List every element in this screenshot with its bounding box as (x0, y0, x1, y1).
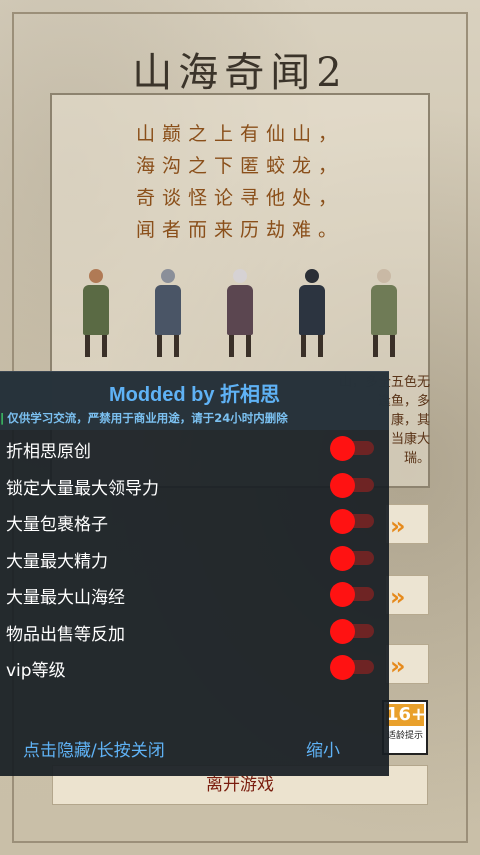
poem-line: 海沟之下匿蛟龙， (135, 155, 344, 177)
poem: 山巅之上有仙山， 海沟之下匿蛟龙， 奇谈怪论寻他处， 闻者而来历劫难。 (0, 118, 480, 246)
mod-menu-footer: 点击隐藏/长按关闭 缩小 (0, 706, 389, 776)
mod-menu-notice: | 仅供学习交流，严禁用于商业用途，请于24小时内删除 (0, 410, 389, 426)
hero-figure (71, 269, 121, 357)
menu-arrow-button[interactable]: » (385, 504, 429, 544)
notice-marker-icon: | (0, 411, 5, 425)
game-title: 山海奇闻2 (132, 50, 348, 96)
mod-option-toggle[interactable] (330, 545, 376, 571)
mod-option-toggle[interactable] (330, 582, 376, 607)
toggle-knob (330, 436, 355, 461)
mod-option-row: 大量包裹格子 (0, 503, 389, 540)
hide-close-button[interactable]: 点击隐藏/长按关闭 (23, 736, 165, 761)
mod-option-row: 大量最大精力 (0, 540, 389, 577)
mod-option-label: 折相思原创 (6, 442, 91, 462)
toggle-knob (330, 509, 355, 534)
menu-arrow-button[interactable]: » (385, 575, 429, 615)
menu-arrow-button[interactable]: » (385, 644, 429, 684)
poem-line: 奇谈怪论寻他处， (135, 187, 344, 209)
mod-option-toggle[interactable] (330, 472, 376, 498)
toggle-knob (330, 655, 355, 680)
mod-option-row: 锁定大量最大领导力 (0, 467, 389, 504)
mod-menu-title: Modded by 折相思 (108, 384, 281, 406)
double-chevron-right-icon: » (390, 512, 405, 540)
age-rating-caption: 适龄提示 (386, 731, 423, 741)
age-rating: 16+ (386, 704, 427, 726)
mod-option-label: 大量最大精力 (6, 551, 108, 572)
mod-option-label: 物品出售等反加 (6, 624, 125, 645)
mod-option-row: 折相思原创 (0, 430, 389, 467)
mod-option-row: vip等级 (0, 649, 389, 686)
mod-option-toggle[interactable] (330, 618, 376, 644)
toggle-knob (330, 472, 355, 498)
mod-option-toggle[interactable] (330, 436, 376, 461)
mod-option-row: 大量最大山海经 (0, 576, 389, 613)
hero-figure (359, 269, 409, 357)
mod-option-toggle[interactable] (330, 655, 376, 680)
double-chevron-right-icon: » (390, 652, 405, 680)
mod-menu-header: Modded by 折相思 | 仅供学习交流，严禁用于商业用途，请于24小时内删除 (0, 372, 389, 430)
mod-option-label: 大量最大山海经 (6, 588, 125, 608)
minimize-button[interactable]: 缩小 (306, 736, 340, 761)
toggle-knob (330, 582, 355, 607)
mod-option-toggle[interactable] (330, 509, 376, 534)
toggle-knob (330, 545, 355, 571)
mod-option-label: 大量包裹格子 (6, 515, 108, 535)
notice-text: 仅供学习交流，严禁用于商业用途，请于24小时内删除 (7, 411, 288, 425)
hero-figure (215, 269, 265, 357)
poem-line: 闻者而来历劫难。 (135, 219, 344, 241)
hero-figure (143, 269, 193, 357)
double-chevron-right-icon: » (390, 583, 405, 611)
hero-figure (287, 269, 337, 357)
toggle-knob (330, 618, 355, 644)
hero-lineup (60, 262, 420, 357)
poem-line: 山巅之上有仙山， (135, 123, 344, 145)
mod-menu-panel: Modded by 折相思 | 仅供学习交流，严禁用于商业用途，请于24小时内删除… (0, 371, 389, 776)
mod-option-row: 物品出售等反加 (0, 613, 389, 650)
mod-option-label: 锁定大量最大领导力 (6, 478, 159, 499)
mod-option-label: vip等级 (6, 661, 66, 681)
